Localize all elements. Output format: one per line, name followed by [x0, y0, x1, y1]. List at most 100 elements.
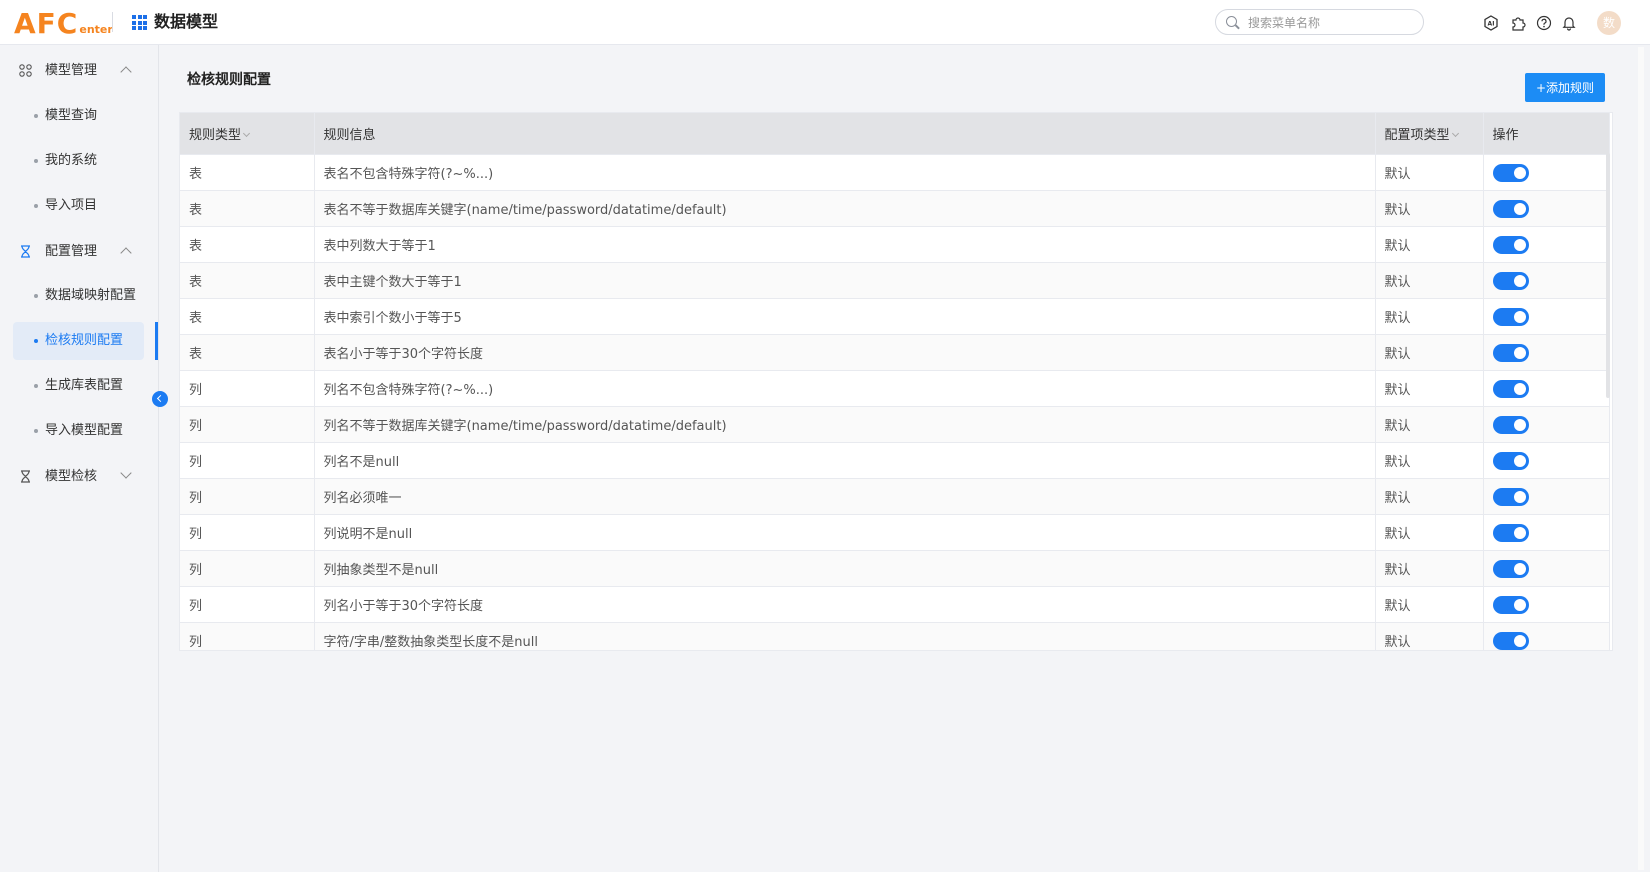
bullet-dot	[34, 384, 38, 388]
cell-action	[1483, 226, 1610, 263]
cell-action	[1483, 586, 1610, 623]
enable-toggle[interactable]	[1492, 560, 1529, 578]
rules-table: 规则类型 规则信息 配置项类型 操作 表表名不包含特殊字符(?~%...) 默认表…	[179, 112, 1613, 651]
table-row: 列列说明不是null 默认	[180, 514, 1610, 551]
sidebar-collapse-button[interactable]	[152, 391, 168, 407]
sidebar-item-generate-tables[interactable]: 生成库表配置	[13, 367, 144, 405]
sidebar-item-import-model-config[interactable]: 导入模型配置	[13, 412, 144, 450]
bell-icon[interactable]	[1561, 15, 1577, 31]
table-row: 列列名不是null 默认	[180, 442, 1610, 479]
column-header-rule-info: 规则信息	[314, 113, 1376, 155]
cell-action	[1483, 622, 1610, 650]
enable-toggle[interactable]	[1492, 200, 1529, 218]
sidebar-item-my-system[interactable]: 我的系统	[13, 142, 144, 180]
table-row: 列字符/字串/整数抽象类型长度不是null 默认	[180, 622, 1610, 650]
puzzle-icon[interactable]	[1510, 15, 1526, 31]
cell-rule-info: 表名不等于数据库关键字(name/time/password/datatime/…	[314, 190, 1376, 227]
cell-rule-info: 表名不包含特殊字符(?~%...)	[314, 154, 1376, 191]
sort-caret-icon[interactable]	[242, 129, 251, 137]
sidebar-item-label: 导入项目	[45, 198, 98, 213]
table-scrollbar[interactable]	[1606, 153, 1610, 398]
page-scrollbar[interactable]	[1638, 47, 1644, 870]
bullet-dot	[34, 114, 38, 118]
cell-config-type: 默认	[1375, 226, 1484, 263]
cell-action	[1483, 550, 1610, 587]
table-row: 列列抽象类型不是null 默认	[180, 550, 1610, 587]
enable-toggle[interactable]	[1492, 524, 1529, 542]
column-header-config-type[interactable]: 配置项类型	[1375, 113, 1484, 155]
cell-rule-type: 表	[180, 226, 315, 263]
cell-config-type: 默认	[1375, 586, 1484, 623]
cell-action	[1483, 406, 1610, 443]
logo-main-text: AFC	[14, 7, 79, 40]
user-avatar[interactable]: 数	[1597, 11, 1621, 35]
sidebar-item-import-project[interactable]: 导入项目	[13, 187, 144, 225]
cell-config-type: 默认	[1375, 334, 1484, 371]
sidebar: 模型管理 模型查询 我的系统 导入项目 配置管理 数据域映射配置 检核规则配置 …	[0, 45, 159, 872]
cell-rule-info: 列名不包含特殊字符(?~%...)	[314, 370, 1376, 407]
cell-rule-type: 列	[180, 370, 315, 407]
enable-toggle[interactable]	[1492, 236, 1529, 254]
cell-config-type: 默认	[1375, 478, 1484, 515]
chevron-up-icon	[120, 66, 132, 78]
help-icon[interactable]	[1536, 15, 1552, 31]
sidebar-item-label: 导入模型配置	[45, 423, 124, 438]
enable-toggle[interactable]	[1492, 596, 1529, 614]
hourglass-icon	[21, 470, 30, 483]
cell-action	[1483, 514, 1610, 551]
menu-search[interactable]	[1215, 9, 1424, 35]
cell-config-type: 默认	[1375, 514, 1484, 551]
sidebar-item-label: 生成库表配置	[45, 378, 124, 393]
menu-group-label: 配置管理	[45, 244, 98, 259]
table-row: 列列名不等于数据库关键字(name/time/password/datatime…	[180, 406, 1610, 443]
afc-logo[interactable]: AFC enter	[14, 5, 113, 39]
add-rule-button[interactable]: +添加规则	[1525, 73, 1605, 102]
cell-rule-info: 列名不等于数据库关键字(name/time/password/datatime/…	[314, 406, 1376, 443]
cell-action	[1483, 334, 1610, 371]
enable-toggle[interactable]	[1492, 164, 1529, 182]
sort-caret-icon[interactable]	[1451, 129, 1459, 137]
sidebar-item-check-rules[interactable]: 检核规则配置	[13, 322, 144, 360]
cell-rule-info: 表中列数大于等于1	[314, 226, 1376, 263]
cell-rule-type: 表	[180, 334, 315, 371]
cell-config-type: 默认	[1375, 442, 1484, 479]
cell-action	[1483, 442, 1610, 479]
chevron-up-icon	[120, 247, 132, 259]
table-row: 列列名必须唯一 默认	[180, 478, 1610, 515]
menu-group-config-management[interactable]: 配置管理	[0, 232, 159, 272]
page-title: 检核规则配置	[187, 72, 271, 88]
menu-group-model-management[interactable]: 模型管理	[0, 51, 159, 91]
enable-toggle[interactable]	[1492, 632, 1529, 650]
table-header-row: 规则类型 规则信息 配置项类型 操作	[180, 113, 1610, 155]
search-input[interactable]	[1246, 13, 1420, 33]
top-header: AFC enter 数据模型 AI 数	[0, 0, 1650, 45]
bullet-dot	[34, 159, 38, 163]
cell-rule-type: 表	[180, 190, 315, 227]
enable-toggle[interactable]	[1492, 488, 1529, 506]
enable-toggle[interactable]	[1492, 344, 1529, 362]
header-divider	[112, 12, 113, 32]
cell-rule-type: 表	[180, 154, 315, 191]
sidebar-item-domain-mapping[interactable]: 数据域映射配置	[13, 277, 144, 315]
column-header-action: 操作	[1483, 113, 1610, 155]
enable-toggle[interactable]	[1492, 452, 1529, 470]
cell-rule-type: 列	[180, 622, 315, 650]
sidebar-item-model-query[interactable]: 模型查询	[13, 97, 144, 135]
enable-toggle[interactable]	[1492, 416, 1529, 434]
menu-group-label: 模型管理	[45, 63, 98, 78]
enable-toggle[interactable]	[1492, 308, 1529, 326]
cell-rule-info: 列说明不是null	[314, 514, 1376, 551]
table-row: 表表中列数大于等于1 默认	[180, 226, 1610, 263]
enable-toggle[interactable]	[1492, 272, 1529, 290]
enable-toggle[interactable]	[1492, 380, 1529, 398]
menu-group-model-check[interactable]: 模型检核	[0, 457, 159, 497]
cell-rule-type: 列	[180, 550, 315, 587]
active-indicator	[155, 322, 158, 360]
ai-icon[interactable]: AI	[1483, 15, 1499, 31]
apps-icon	[19, 64, 32, 77]
hourglass-icon	[21, 245, 30, 258]
table-row: 表表中索引个数小于等于5 默认	[180, 298, 1610, 335]
app-grid-icon[interactable]	[132, 15, 147, 30]
column-header-rule-type[interactable]: 规则类型	[180, 113, 315, 155]
menu-group-label: 模型检核	[45, 469, 98, 484]
